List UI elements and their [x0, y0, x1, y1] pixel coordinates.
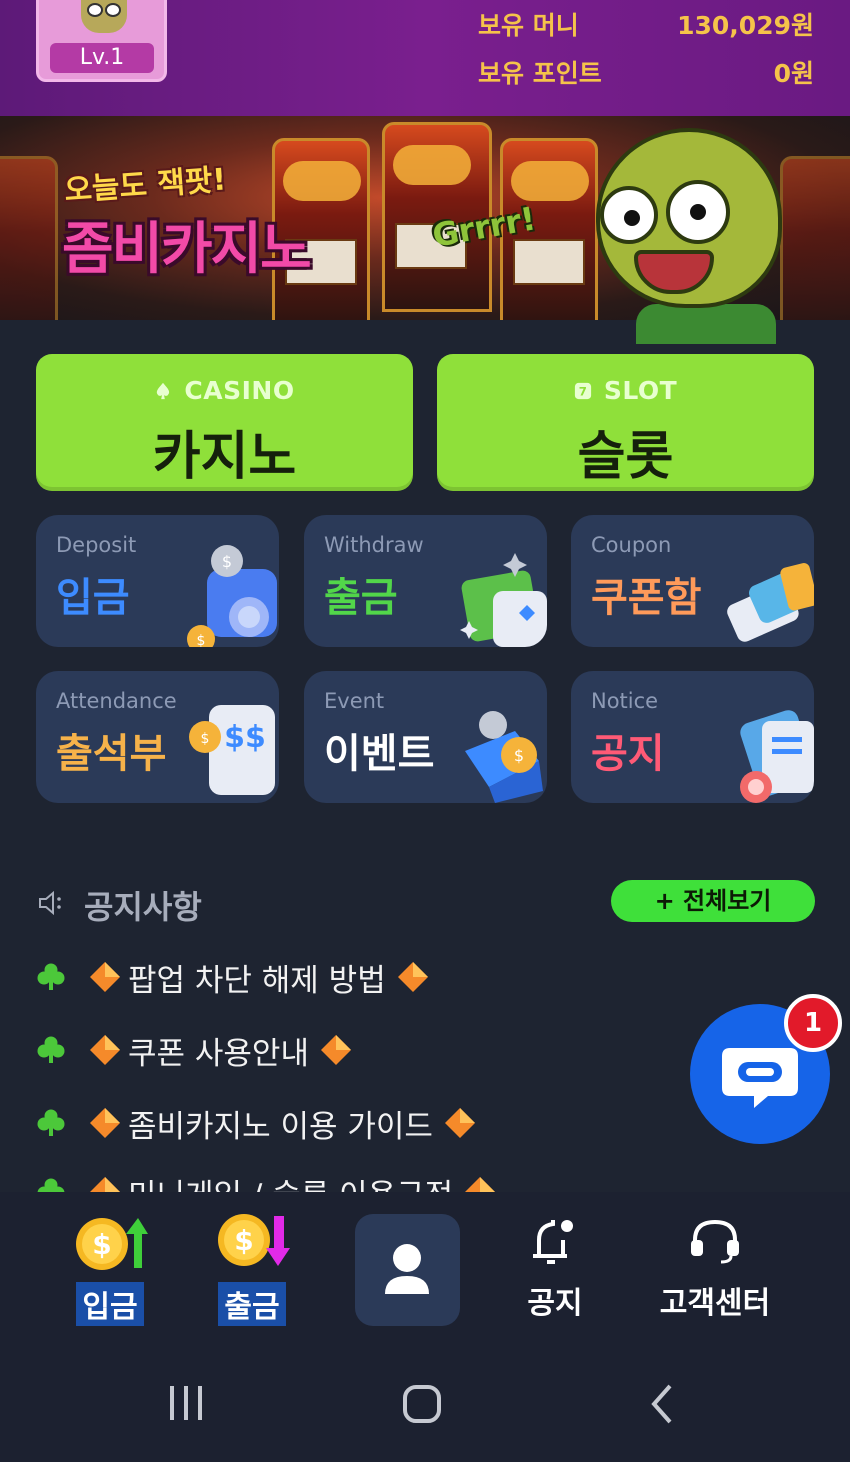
bell-icon — [533, 1220, 573, 1264]
club-icon — [37, 1036, 65, 1063]
club-icon — [37, 1109, 65, 1136]
club-icon — [37, 963, 65, 990]
recent-apps-icon[interactable] — [166, 1382, 206, 1422]
svg-text:$: $ — [222, 552, 232, 571]
nav-withdraw[interactable]: $ 출금 — [212, 1212, 292, 1326]
attendance-card[interactable]: Attendance 출석부 $$ $ — [36, 671, 279, 803]
casino-label: 카지노 — [152, 427, 297, 487]
notice-list-item[interactable]: 쿠폰 사용안내 — [36, 1028, 353, 1072]
notice-list-item[interactable]: 팝업 차단 해제 방법 — [36, 955, 430, 999]
user-avatar[interactable]: Lv.1 — [36, 0, 167, 82]
svg-text:$$: $$ — [224, 720, 266, 755]
headset-icon — [691, 1219, 739, 1264]
zombie-avatar-icon — [81, 0, 127, 33]
svg-text:$: $ — [234, 1224, 253, 1257]
coupon-en: Coupon — [591, 533, 672, 557]
coin-up-icon: $ — [76, 1218, 148, 1270]
attendance-en: Attendance — [56, 689, 177, 713]
diamond-icon — [444, 1108, 475, 1138]
svg-text:$: $ — [201, 731, 210, 747]
banner-title: 좀비카지노 — [62, 217, 312, 282]
money-label: 보유 머니 — [478, 11, 579, 40]
slot-button[interactable]: 7 SLOT 슬롯 — [437, 354, 814, 491]
deposit-en: Deposit — [56, 533, 137, 557]
slot-machine-image — [780, 156, 850, 320]
bottom-nav: $ 입금 $ 출금 공지 고객센터 — [0, 1192, 850, 1342]
event-ko: 이벤트 — [324, 731, 435, 777]
view-all-button[interactable]: + 전체보기 — [611, 880, 815, 922]
notice-item-text: 쿠폰 사용안내 — [128, 1035, 309, 1072]
diamond-icon — [320, 1035, 351, 1065]
banner-tagline: 오늘도 잭팟! — [63, 162, 228, 209]
chat-unread-badge: 1 — [784, 994, 842, 1052]
notice-title: 공지사항 — [84, 888, 202, 926]
slot-label: 슬롯 — [577, 427, 674, 487]
home-icon[interactable] — [402, 1384, 442, 1424]
top-header: Lv.1 보유 머니 130,029원 보유 포인트 0원 — [0, 0, 850, 116]
money-value: 130,029원 — [677, 11, 814, 40]
slot-sub: 7 SLOT — [437, 376, 814, 405]
svg-text:$: $ — [197, 633, 206, 647]
deposit-card[interactable]: Deposit 입금 $ $ — [36, 515, 279, 647]
event-card[interactable]: Event 이벤트 $ — [304, 671, 547, 803]
nav-deposit-label: 입금 — [76, 1282, 144, 1326]
points-row: 보유 포인트 0원 — [478, 54, 814, 90]
notice-ko: 공지 — [591, 731, 665, 777]
nav-notice[interactable]: 공지 — [515, 1212, 595, 1322]
coupon-card[interactable]: Coupon 쿠폰함 — [571, 515, 814, 647]
deposit-ko: 입금 — [56, 575, 130, 621]
event-en: Event — [324, 689, 385, 713]
notice-card[interactable]: Notice 공지 — [571, 671, 814, 803]
money-row: 보유 머니 130,029원 — [478, 6, 814, 42]
notice-item-text: 팝업 차단 해제 방법 — [128, 962, 386, 999]
points-value: 0원 — [773, 59, 814, 88]
nav-support[interactable]: 고객센터 — [650, 1212, 780, 1322]
nav-withdraw-label: 출금 — [218, 1282, 286, 1326]
nav-notice-label: 공지 — [527, 1286, 583, 1321]
withdraw-en: Withdraw — [324, 533, 424, 557]
money-stack-icon — [460, 553, 547, 647]
coupon-ticket-icon — [727, 563, 814, 642]
calendar-coin-icon: $$ $ — [189, 705, 275, 795]
android-nav-bar — [0, 1342, 850, 1462]
zombie-mascot — [596, 128, 786, 344]
casino-button[interactable]: CASINO 카지노 — [36, 354, 413, 491]
points-label: 보유 포인트 — [478, 59, 602, 88]
withdraw-card[interactable]: Withdraw 출금 — [304, 515, 547, 647]
notice-header: 공지사항 + 전체보기 — [36, 880, 816, 926]
nav-deposit[interactable]: $ 입금 — [70, 1212, 150, 1326]
diamond-icon — [397, 962, 428, 992]
gift-box-icon: $ — [465, 711, 543, 803]
my-page-button[interactable] — [355, 1214, 460, 1326]
document-icon — [740, 710, 814, 803]
svg-text:$: $ — [514, 746, 524, 765]
diamond-icon — [90, 1108, 120, 1138]
seven-icon: 7 — [574, 382, 591, 400]
speaker-icon — [39, 890, 61, 916]
diamond-icon — [90, 1035, 120, 1065]
casino-sub: CASINO — [36, 376, 413, 405]
spade-icon — [157, 382, 170, 400]
diamond-icon — [90, 962, 120, 992]
slot-machine-image — [0, 156, 58, 320]
coin-down-icon: $ — [218, 1214, 290, 1266]
wallet-icon: $ $ — [187, 545, 277, 647]
notice-item-text: 좀비카지노 이용 가이드 — [128, 1108, 433, 1145]
svg-text:$: $ — [92, 1228, 111, 1261]
coupon-ko: 쿠폰함 — [591, 575, 702, 621]
user-icon — [385, 1244, 429, 1294]
notice-list-item[interactable]: 좀비카지노 이용 가이드 — [36, 1101, 477, 1145]
level-badge: Lv.1 — [50, 43, 154, 73]
svg-text:7: 7 — [579, 385, 588, 399]
notice-en: Notice — [591, 689, 659, 713]
nav-support-label: 고객센터 — [659, 1286, 771, 1321]
back-icon[interactable] — [648, 1382, 678, 1426]
attendance-ko: 출석부 — [56, 731, 167, 777]
withdraw-ko: 출금 — [324, 575, 398, 621]
